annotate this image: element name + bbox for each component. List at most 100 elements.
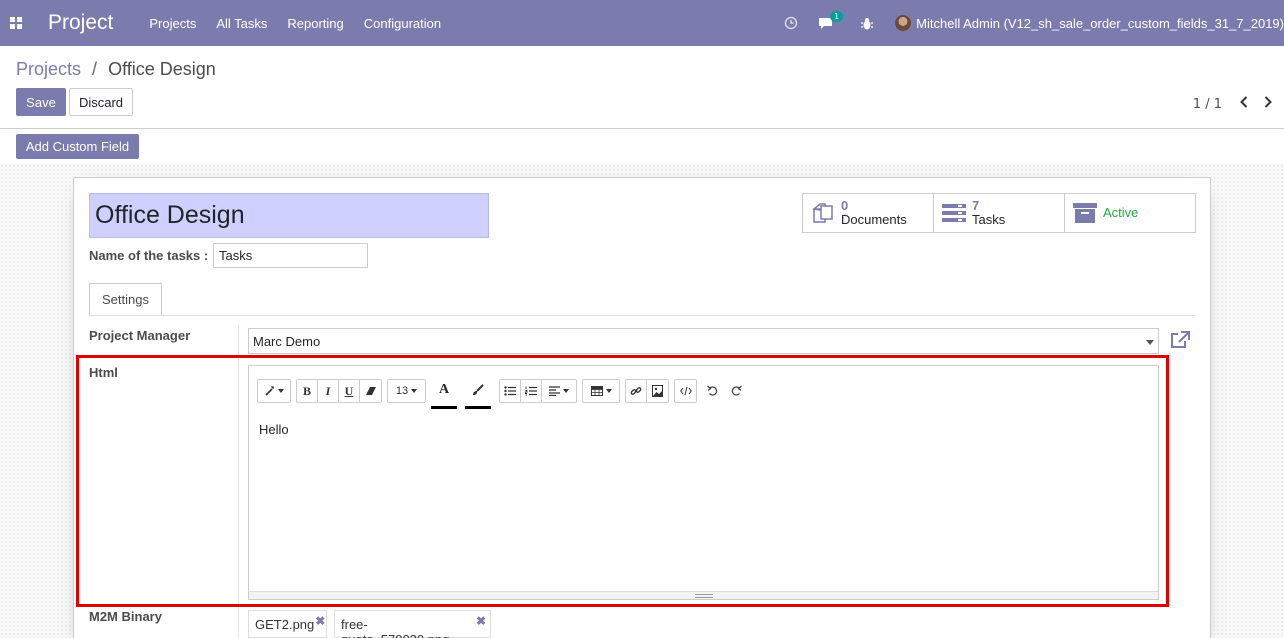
- bullet-list-icon: [504, 386, 516, 396]
- menu-item-reporting[interactable]: Reporting: [277, 16, 353, 31]
- discard-button[interactable]: Discard: [69, 88, 133, 116]
- attachment-filename: GET2.png: [255, 617, 315, 632]
- eraser-icon: [365, 387, 376, 395]
- numbered-list-icon: [525, 386, 537, 396]
- remove-attachment-icon[interactable]: ✖: [315, 614, 325, 628]
- project-manager-value: Marc Demo: [253, 333, 321, 349]
- link-button[interactable]: [626, 380, 647, 402]
- insert-group: [625, 379, 669, 403]
- unordered-list-button[interactable]: [500, 380, 521, 402]
- documents-smart-button[interactable]: 0 Documents: [803, 194, 934, 232]
- menu-item-projects[interactable]: Projects: [139, 16, 206, 31]
- html-field-label: Html: [89, 365, 118, 380]
- add-custom-field-button[interactable]: Add Custom Field: [16, 134, 139, 159]
- align-left-icon: [549, 386, 560, 396]
- attachment-chip[interactable]: free-quote_579030.png ✖: [334, 610, 491, 638]
- font-color-button[interactable]: A: [431, 373, 457, 409]
- bold-button[interactable]: B: [297, 380, 318, 402]
- active-label: Active: [1103, 205, 1139, 220]
- apps-menu-icon[interactable]: [10, 17, 22, 29]
- code-view-button[interactable]: [675, 380, 696, 402]
- redo-button[interactable]: [725, 379, 746, 403]
- table-group: [582, 379, 620, 403]
- editor-toolbar: B I U 13 A: [257, 373, 748, 409]
- undo-icon: [706, 385, 717, 396]
- tasks-label: Tasks: [972, 212, 1006, 227]
- style-group: [257, 379, 291, 403]
- background-color-button[interactable]: [465, 373, 491, 409]
- documents-icon: [809, 200, 837, 226]
- user-avatar: [895, 15, 912, 31]
- attachment-filename: free-quote_579030.png: [341, 617, 449, 638]
- smart-buttons: 0 Documents 7 Tasks Active: [802, 193, 1196, 233]
- table-dropdown[interactable]: [583, 380, 619, 402]
- external-link-icon[interactable]: [1170, 331, 1190, 353]
- remove-attachment-icon[interactable]: ✖: [476, 614, 486, 628]
- italic-button[interactable]: I: [318, 380, 339, 402]
- breadcrumb-separator: /: [92, 59, 98, 79]
- tasks-smart-button[interactable]: 7 Tasks: [934, 194, 1065, 232]
- control-panel: Projects / Office Design Save Discard 1 …: [0, 46, 1284, 129]
- menu-item-configuration[interactable]: Configuration: [354, 16, 451, 31]
- save-button[interactable]: Save: [16, 88, 66, 116]
- tasks-count: 7: [972, 198, 980, 213]
- font-size-dropdown[interactable]: 13: [388, 380, 425, 402]
- tasks-name-label: Name of the tasks :: [89, 248, 209, 263]
- eraser-button[interactable]: [360, 380, 381, 402]
- paint-brush-icon: [473, 383, 484, 395]
- magic-wand-dropdown[interactable]: [258, 380, 290, 402]
- link-icon: [630, 387, 642, 395]
- tasks-icon: [940, 200, 968, 226]
- underline-button[interactable]: U: [339, 380, 360, 402]
- font-size-group: 13: [387, 379, 426, 403]
- pager-next-icon[interactable]: [1264, 96, 1272, 112]
- project-name-input[interactable]: Office Design: [89, 193, 489, 238]
- main-menu: Projects All Tasks Reporting Configurati…: [139, 16, 451, 31]
- chat-count-badge: 1: [830, 10, 844, 22]
- image-button[interactable]: [647, 380, 668, 402]
- messaging-chat-icon[interactable]: 1: [818, 10, 844, 30]
- image-icon: [652, 385, 663, 397]
- breadcrumb: Projects / Office Design: [16, 59, 216, 80]
- font-size-value: 13: [395, 385, 409, 397]
- tab-divider: [89, 315, 1195, 316]
- tab-settings[interactable]: Settings: [89, 283, 162, 316]
- font-style-group: B I U: [296, 379, 382, 403]
- paragraph-group: [499, 379, 577, 403]
- navbar-systray: 1 Mitchell Admin (V12_sh_sale_order_cust…: [774, 0, 1284, 46]
- ordered-list-button[interactable]: [521, 380, 542, 402]
- project-manager-select[interactable]: Marc Demo: [248, 328, 1159, 354]
- documents-count: 0: [841, 198, 849, 213]
- code-icon: [679, 386, 692, 396]
- record-pager: 1 / 1: [1193, 96, 1272, 112]
- redo-icon: [731, 385, 742, 396]
- table-icon: [590, 386, 603, 396]
- editor-resize-handle[interactable]: [249, 591, 1158, 599]
- chevron-down-icon: [1146, 340, 1154, 345]
- editor-content[interactable]: Hello: [259, 422, 289, 437]
- menu-item-all-tasks[interactable]: All Tasks: [206, 16, 277, 31]
- app-brand[interactable]: Project: [48, 11, 113, 35]
- undo-button[interactable]: [702, 379, 723, 403]
- active-toggle-button[interactable]: Active: [1065, 194, 1195, 232]
- debug-bug-icon[interactable]: [861, 17, 874, 30]
- pager-value[interactable]: 1 / 1: [1193, 97, 1222, 112]
- breadcrumb-current: Office Design: [108, 59, 216, 79]
- label-column-separator: [238, 325, 239, 638]
- grip-icon: [694, 593, 713, 598]
- breadcrumb-projects-link[interactable]: Projects: [16, 59, 81, 79]
- archive-icon: [1071, 200, 1099, 226]
- html-editor: B I U 13 A Hello: [248, 365, 1159, 600]
- magic-wand-icon: [264, 386, 274, 396]
- documents-label: Documents: [841, 212, 907, 227]
- pager-previous-icon[interactable]: [1240, 96, 1248, 112]
- user-menu[interactable]: Mitchell Admin (V12_sh_sale_order_custom…: [895, 15, 1284, 31]
- user-name: Mitchell Admin (V12_sh_sale_order_custom…: [916, 15, 1284, 31]
- tasks-name-input[interactable]: Tasks: [213, 243, 368, 268]
- m2m-binary-label: M2M Binary: [89, 609, 162, 624]
- code-group: [674, 379, 697, 403]
- align-dropdown[interactable]: [542, 380, 576, 402]
- project-manager-label: Project Manager: [89, 328, 191, 343]
- attachment-chip[interactable]: GET2.png ✖: [248, 610, 327, 638]
- activity-clock-icon[interactable]: [784, 16, 798, 30]
